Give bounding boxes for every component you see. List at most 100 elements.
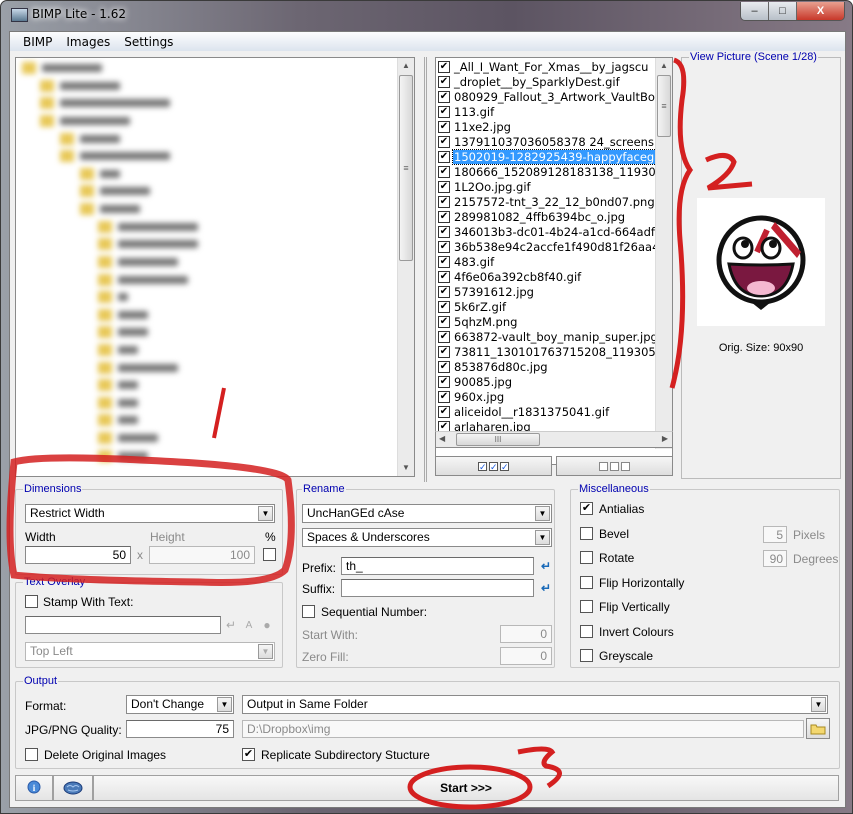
file-list-item[interactable]: ✔ 57391612.jpg — [438, 284, 535, 299]
file-list-item[interactable]: ✔ 11xe2.jpg — [438, 119, 512, 134]
percent-checkbox[interactable] — [263, 548, 276, 561]
tree-node[interactable] — [98, 309, 148, 321]
file-list-item[interactable]: ✔ _All_I_Want_For_Xmas__by_jagscu — [438, 59, 649, 74]
suffix-variable-icon[interactable]: ↵ — [537, 579, 555, 597]
tree-node[interactable] — [80, 168, 120, 180]
file-list-item[interactable]: ✔ 113.gif — [438, 104, 495, 119]
insert-variable-icon[interactable]: ↵ — [222, 616, 240, 634]
file-list-item[interactable]: ✔ 90085.jpg — [438, 374, 513, 389]
file-checkbox[interactable]: ✔ — [438, 60, 450, 73]
file-checkbox[interactable]: ✔ — [438, 195, 450, 208]
tree-node[interactable] — [98, 362, 178, 374]
uncheck-all-button[interactable] — [556, 456, 673, 476]
tree-node[interactable] — [98, 432, 158, 444]
sequential-checkbox[interactable] — [302, 605, 315, 618]
suffix-input[interactable] — [341, 579, 534, 597]
tree-node[interactable] — [40, 115, 130, 127]
chevron-down-icon[interactable]: ▼ — [535, 506, 550, 521]
file-checkbox[interactable]: ✔ — [438, 150, 450, 163]
start-with-input[interactable]: 0 — [500, 625, 552, 643]
output-location-select[interactable]: Output in Same Folder ▼ — [242, 695, 828, 714]
file-list-item[interactable]: ✔ 137911037036058378 24_screenshc — [438, 134, 669, 149]
scroll-down-icon[interactable]: ▼ — [398, 460, 414, 476]
file-list-scrollbar[interactable]: ▲ ≡ ▼ — [655, 58, 672, 449]
text-position-select[interactable]: Top Left ▼ — [25, 642, 275, 661]
chevron-down-icon[interactable]: ▼ — [258, 644, 273, 659]
misc-checkbox-rotate[interactable] — [580, 551, 593, 564]
file-list-item[interactable]: ✔ 853876d80c.jpg — [438, 359, 549, 374]
chevron-down-icon[interactable]: ▼ — [535, 530, 550, 545]
scroll-right-icon[interactable]: ▶ — [662, 434, 668, 443]
tree-node[interactable] — [98, 414, 138, 426]
close-button[interactable]: X — [797, 2, 844, 20]
pane-splitter[interactable] — [424, 57, 427, 482]
folder-tree-scrollbar[interactable]: ▲ ≡ ▼ — [397, 58, 414, 476]
width-input[interactable]: 50 — [25, 546, 131, 564]
file-checkbox[interactable]: ✔ — [438, 315, 450, 328]
file-list-item[interactable]: ✔ 180666_152089128183138_119305 — [438, 164, 664, 179]
tree-node[interactable] — [40, 80, 120, 92]
chevron-down-icon[interactable]: ▼ — [258, 506, 273, 521]
height-input[interactable]: 100 — [149, 546, 255, 564]
file-list-item[interactable]: ✔ 483.gif — [438, 254, 495, 269]
file-checkbox[interactable]: ✔ — [438, 105, 450, 118]
tree-node[interactable] — [98, 397, 138, 409]
file-list-item[interactable]: ✔ 36b538e94c2accfe1f490d81f26aa49 — [438, 239, 668, 254]
file-list-item[interactable]: ✔ 346013b3-dc01-4b24-a1cd-664adfc — [438, 224, 662, 239]
menu-settings[interactable]: Settings — [117, 35, 180, 49]
file-checkbox[interactable]: ✔ — [438, 375, 450, 388]
tree-node[interactable] — [60, 150, 170, 162]
folder-tree[interactable]: ▲ ≡ ▼ — [15, 57, 415, 477]
bevel-pixels-input[interactable]: 5 — [763, 526, 787, 543]
misc-checkbox-flip-vertically[interactable] — [580, 600, 593, 613]
dimensions-mode-select[interactable]: Restrict Width ▼ — [25, 504, 275, 523]
scroll-thumb[interactable]: ≡ — [399, 75, 413, 261]
tree-node[interactable] — [60, 133, 120, 145]
file-checkbox[interactable]: ✔ — [438, 225, 450, 238]
file-checkbox[interactable]: ✔ — [438, 345, 450, 358]
tree-node[interactable] — [98, 256, 178, 268]
file-list-item[interactable]: ✔ 663872-vault_boy_manip_super.jpg — [438, 329, 659, 344]
quality-input[interactable]: 75 — [126, 720, 234, 738]
file-list-item[interactable]: ✔ 080929_Fallout_3_Artwork_VaultBo — [438, 89, 656, 104]
file-list-item[interactable]: ✔ 4f6e06a392cb8f40.gif — [438, 269, 582, 284]
misc-checkbox-greyscale[interactable] — [580, 649, 593, 662]
file-checkbox[interactable]: ✔ — [438, 330, 450, 343]
replicate-subdirectory-checkbox[interactable]: ✔ — [242, 748, 255, 761]
file-list-item[interactable]: ✔ 73811_130101763715208_1193058 — [438, 344, 664, 359]
misc-checkbox-invert-colours[interactable] — [580, 624, 593, 638]
scroll-thumb[interactable]: ≡ — [657, 75, 671, 137]
browse-folder-button[interactable] — [806, 718, 830, 739]
stamp-text-input[interactable] — [25, 616, 221, 634]
color-icon[interactable]: ● — [258, 616, 276, 634]
prefix-input[interactable]: th_ — [341, 557, 534, 575]
file-list-item[interactable]: ✔ 289981082_4ffb6394bc_o.jpg — [438, 209, 626, 224]
case-select[interactable]: UncHanGEd cAse ▼ — [302, 504, 552, 523]
chevron-down-icon[interactable]: ▼ — [217, 697, 232, 712]
start-button[interactable]: Start >>> — [93, 775, 839, 801]
menu-images[interactable]: Images — [59, 35, 117, 49]
tree-node[interactable] — [98, 221, 198, 233]
maximize-button[interactable]: □ — [769, 2, 797, 20]
spaces-select[interactable]: Spaces & Underscores ▼ — [302, 528, 552, 547]
tree-node[interactable] — [22, 62, 102, 74]
file-list-item[interactable]: ✔ 1L2Oo.jpg.gif — [438, 179, 532, 194]
file-checkbox[interactable]: ✔ — [438, 300, 450, 313]
file-list-item[interactable]: ✔ 1502019-1282925439-happyfacega — [438, 148, 664, 165]
file-list-hscrollbar[interactable]: ◀ III ▶ — [435, 431, 673, 448]
tree-node[interactable] — [98, 344, 138, 356]
file-checkbox[interactable]: ✔ — [438, 240, 450, 253]
misc-checkbox-flip-horizontally[interactable] — [580, 575, 593, 589]
scroll-up-icon[interactable]: ▲ — [656, 58, 672, 74]
delete-originals-checkbox[interactable] — [25, 748, 38, 761]
file-checkbox[interactable]: ✔ — [438, 180, 450, 193]
menu-bimp[interactable]: BIMP — [16, 35, 59, 49]
tree-node[interactable] — [98, 326, 148, 338]
file-list-item[interactable]: ✔ _droplet__by_SparklyDest.gif — [438, 74, 621, 89]
tree-node[interactable] — [80, 203, 140, 215]
file-list-item[interactable]: ✔ 960x.jpg — [438, 389, 505, 404]
file-list-item[interactable]: ✔ 2157572-tnt_3_22_12_b0nd07.png — [438, 194, 656, 209]
file-checkbox[interactable]: ✔ — [438, 120, 450, 133]
rotate-degrees-input[interactable]: 90 — [763, 550, 787, 567]
file-checkbox[interactable]: ✔ — [438, 255, 450, 268]
